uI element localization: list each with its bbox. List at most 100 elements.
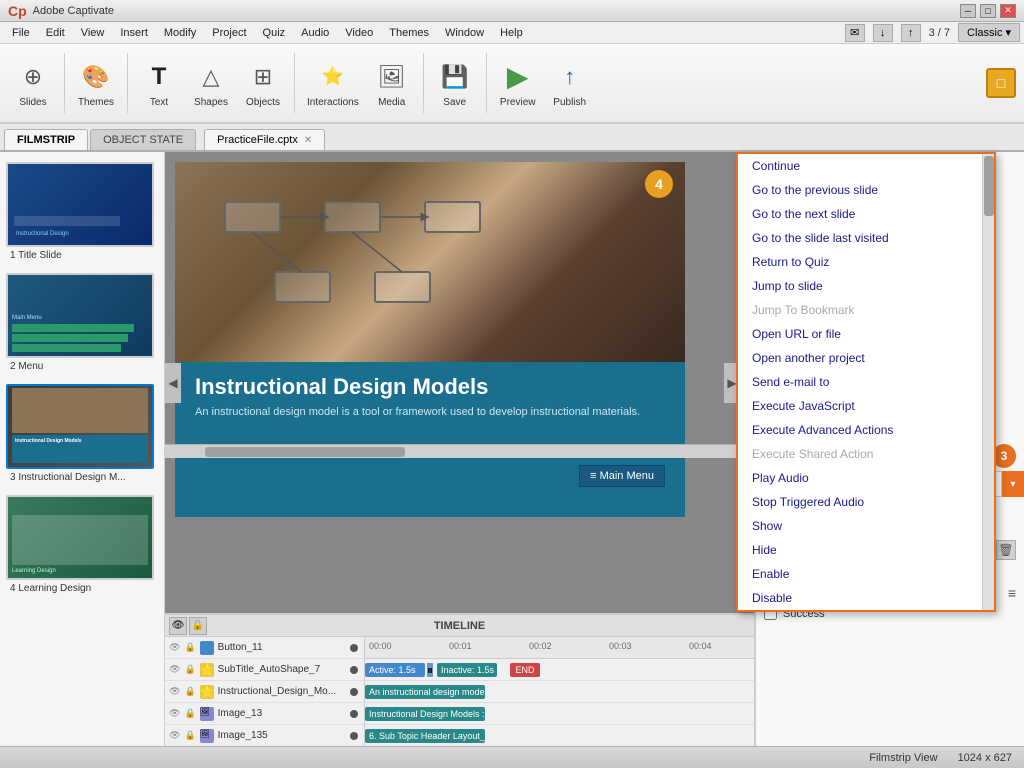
track-row-4[interactable]: 👁 🔒 🖼 Image_135: [165, 725, 364, 747]
track-0-eye[interactable]: 👁: [169, 642, 180, 653]
dropdown-item-return-quiz[interactable]: Return to Quiz: [738, 250, 994, 274]
menu-view[interactable]: View: [73, 25, 113, 41]
slide-thumb-4[interactable]: Learning Design 4 Learning Design: [4, 493, 160, 596]
track-row-3[interactable]: 👁 🔒 🖼 Image_13: [165, 703, 364, 725]
tab-object-state[interactable]: OBJECT STATE: [90, 129, 196, 150]
publish-icon: ↑: [552, 59, 588, 95]
slide-thumb-2[interactable]: Main Menu 2 Menu: [4, 271, 160, 374]
track-2-lock[interactable]: 🔒: [184, 686, 195, 697]
file-tab[interactable]: PracticeFile.cptx ✕: [204, 129, 325, 150]
dropdown-item-play-audio[interactable]: Play Audio: [738, 466, 994, 490]
track-3-name: Image_13: [218, 708, 344, 719]
track-row-0[interactable]: 👁 🔒 Button_11: [165, 637, 364, 659]
toolbar-shapes[interactable]: △ Shapes: [186, 55, 236, 112]
toolbar-themes[interactable]: 🎨 Themes: [71, 55, 121, 112]
ruler-labels: 00:00 00:01 00:02 00:03 00:04: [365, 637, 754, 651]
track-3-eye[interactable]: 👁: [169, 708, 180, 719]
menu-window[interactable]: Window: [437, 25, 492, 41]
track-1-lock[interactable]: 🔒: [184, 664, 195, 675]
main-menu-button[interactable]: ≡ Main Menu: [579, 465, 665, 487]
track-4-lock[interactable]: 🔒: [184, 730, 195, 741]
dropdown-item-open-url[interactable]: Open URL or file: [738, 322, 994, 346]
slide-thumb-1[interactable]: Instructional Design 1 Title Slide: [4, 160, 160, 263]
tl-lock-btn[interactable]: 🔒: [189, 617, 207, 635]
track-bar-0-inactive[interactable]: Inactive: 1.5s: [437, 663, 497, 677]
slide-subtitle: An instructional design model is a tool …: [195, 406, 665, 418]
ruler-tick-1: 00:01: [445, 637, 525, 651]
track-2-name: Instructional_Design_Mo...: [218, 686, 344, 697]
track-row-2[interactable]: 👁 🔒 ⭐ Instructional_Design_Mo...: [165, 681, 364, 703]
download-icon[interactable]: ↓: [873, 24, 893, 42]
tab-filmstrip[interactable]: FILMSTRIP: [4, 129, 88, 150]
horizontal-scrollbar[interactable]: [165, 444, 740, 458]
track-bar-1[interactable]: An instructional design model is a tool …: [365, 685, 485, 699]
dropdown-item-next-slide[interactable]: Go to the next slide: [738, 202, 994, 226]
toolbar-action-btn[interactable]: □: [986, 68, 1016, 98]
menu-insert[interactable]: Insert: [112, 25, 156, 41]
dropdown-item-exec-advanced[interactable]: Execute Advanced Actions: [738, 418, 994, 442]
dropdown-item-last-visited[interactable]: Go to the slide last visited: [738, 226, 994, 250]
mode-selector[interactable]: Classic ▾: [958, 23, 1020, 42]
maximize-button[interactable]: □: [980, 4, 996, 18]
track-0-lock[interactable]: 🔒: [184, 642, 195, 653]
display-settings-icon[interactable]: ≡: [1008, 585, 1016, 601]
track-2-eye[interactable]: 👁: [169, 686, 180, 697]
dropdown-item-continue[interactable]: Continue: [738, 154, 994, 178]
dropdown-item-show[interactable]: Show: [738, 514, 994, 538]
upload-icon: ↑: [901, 24, 921, 42]
view-label: Filmstrip View: [869, 752, 937, 764]
toolbar-slides[interactable]: ⊕ Slides: [8, 55, 58, 112]
preview-label: Preview: [500, 97, 536, 108]
menu-edit[interactable]: Edit: [38, 25, 73, 41]
menu-help[interactable]: Help: [492, 25, 531, 41]
minimize-button[interactable]: ─: [960, 4, 976, 18]
shortcut-delete-btn[interactable]: 🗑: [996, 540, 1016, 560]
track-3-dot[interactable]: [350, 710, 358, 718]
track-0-dot[interactable]: [350, 644, 358, 652]
menu-audio[interactable]: Audio: [293, 25, 337, 41]
track-bar-2[interactable]: Instructional Design Models :Display for…: [365, 707, 485, 721]
track-0-name: Button_11: [218, 642, 344, 653]
track-3-lock[interactable]: 🔒: [184, 708, 195, 719]
dropdown-item-exec-js[interactable]: Execute JavaScript: [738, 394, 994, 418]
dropdown-item-jump-slide[interactable]: Jump to slide: [738, 274, 994, 298]
toolbar-objects[interactable]: ⊞ Objects: [238, 55, 288, 112]
slide-thumb-3[interactable]: Instructional Design Models 3 Instructio…: [4, 382, 160, 485]
dropdown-item-hide[interactable]: Hide: [738, 538, 994, 562]
toolbar-text[interactable]: T Text: [134, 55, 184, 112]
notification-icon[interactable]: ✉: [845, 24, 865, 42]
menu-quiz[interactable]: Quiz: [255, 25, 294, 41]
dropdown-item-send-email[interactable]: Send e-mail to: [738, 370, 994, 394]
dropdown-item-open-project[interactable]: Open another project: [738, 346, 994, 370]
toolbar-save[interactable]: 💾 Save: [430, 55, 480, 112]
dropdown-item-disable[interactable]: Disable: [738, 586, 994, 610]
dropdown-item-stop-audio[interactable]: Stop Triggered Audio: [738, 490, 994, 514]
menu-modify[interactable]: Modify: [156, 25, 204, 41]
toolbar-interactions[interactable]: ⭐ Interactions: [301, 55, 365, 112]
track-bar-3[interactable]: 6. Sub Topic Header Layout_2-assets-02:3…: [365, 729, 485, 743]
track-1-dot[interactable]: [350, 666, 358, 674]
track-4-dot[interactable]: [350, 732, 358, 740]
toolbar-publish[interactable]: ↑ Publish: [545, 55, 595, 112]
track-4-eye[interactable]: 👁: [169, 730, 180, 741]
slide-4-thumb-text: Learning Design: [12, 568, 148, 574]
interactions-label: Interactions: [307, 97, 359, 108]
menu-project[interactable]: Project: [204, 25, 254, 41]
close-button[interactable]: ✕: [1000, 4, 1016, 18]
track-1-eye[interactable]: 👁: [169, 664, 180, 675]
canvas-nav-left[interactable]: ◀: [165, 363, 181, 403]
track-2-dot[interactable]: [350, 688, 358, 696]
dropdown-item-prev-slide[interactable]: Go to the previous slide: [738, 178, 994, 202]
toolbar-preview[interactable]: ▶ Preview: [493, 55, 543, 112]
file-tab-close[interactable]: ✕: [304, 135, 312, 146]
tl-eye-btn[interactable]: 👁: [169, 617, 187, 635]
track-bar-0-active[interactable]: Active: 1.5s: [365, 663, 425, 677]
menu-themes[interactable]: Themes: [381, 25, 437, 41]
toolbar-media[interactable]: 🖼 Media: [367, 55, 417, 112]
menu-file[interactable]: File: [4, 25, 38, 41]
menu-video[interactable]: Video: [337, 25, 381, 41]
dropdown-scrollbar[interactable]: [982, 154, 994, 610]
slide-canvas: 4 Instructional Design Models An instruc…: [175, 162, 685, 517]
dropdown-item-enable[interactable]: Enable: [738, 562, 994, 586]
track-row-1[interactable]: 👁 🔒 ⭐ SubTitle_AutoShape_7: [165, 659, 364, 681]
